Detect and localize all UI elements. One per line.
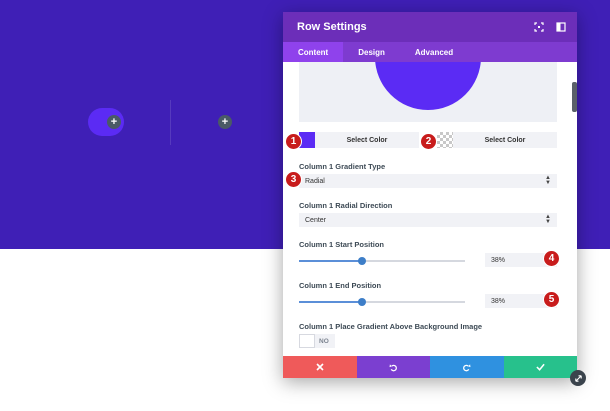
place-above-toggle[interactable]: NO [299, 334, 335, 348]
modal-header: Row Settings [283, 12, 577, 42]
add-module-button[interactable]: + [107, 115, 121, 129]
start-select-color-button[interactable]: Select Color [315, 132, 419, 148]
add-module-button-2[interactable]: + [218, 115, 232, 129]
gradient-start-picker[interactable]: Select Color [299, 132, 419, 148]
tab-content[interactable]: Content [283, 42, 344, 62]
close-icon [316, 363, 324, 371]
tab-advanced[interactable]: Advanced [400, 42, 468, 62]
end-position-label: Column 1 End Position [299, 281, 382, 290]
gradient-type-value: Radial [305, 177, 325, 185]
place-above-label: Column 1 Place Gradient Above Background… [299, 322, 483, 331]
step-badge-2: 2 [420, 133, 437, 150]
modal-footer [283, 356, 577, 378]
end-select-color-button[interactable]: Select Color [453, 132, 557, 148]
redo-icon [463, 363, 471, 371]
end-slider-fill [299, 301, 363, 303]
undo-button[interactable] [356, 356, 430, 378]
check-icon [536, 363, 545, 371]
radial-gradient-shape [375, 62, 481, 110]
sidebar-toggle-icon[interactable] [555, 21, 567, 33]
column-divider [170, 100, 171, 145]
redo-button[interactable] [430, 356, 504, 378]
toggle-knob[interactable] [299, 334, 315, 348]
modal-title: Row Settings [297, 21, 367, 33]
select-arrows-icon: ▲ ▼ [545, 175, 551, 186]
step-badge-5: 5 [543, 291, 560, 308]
gradient-type-label: Column 1 Gradient Type [299, 162, 386, 171]
gradient-preview [299, 62, 557, 122]
radial-direction-value: Center [305, 216, 327, 224]
radial-direction-label: Column 1 Radial Direction [299, 201, 393, 210]
end-color-swatch[interactable] [437, 132, 453, 148]
start-position-slider[interactable] [299, 257, 465, 265]
resize-icon[interactable] [570, 370, 586, 386]
radial-direction-select[interactable]: Center ▲ ▼ [299, 213, 557, 227]
start-slider-handle[interactable] [358, 257, 367, 265]
row-settings-modal: Row Settings Content Design Advanced Sel… [283, 12, 577, 378]
undo-icon [389, 363, 397, 371]
scrollbar[interactable] [572, 82, 577, 112]
toggle-state: NO [319, 337, 329, 345]
tab-design[interactable]: Design [343, 42, 400, 62]
start-slider-fill [299, 260, 363, 262]
gradient-type-select[interactable]: Radial ▲ ▼ [299, 174, 557, 188]
settings-tabs: Content Design Advanced [283, 42, 577, 62]
gradient-end-picker[interactable]: Select Color [437, 132, 557, 148]
select-arrows-icon: ▲ ▼ [545, 214, 551, 225]
save-button[interactable] [503, 356, 577, 378]
end-position-slider[interactable] [299, 298, 465, 306]
cancel-button[interactable] [283, 356, 357, 378]
start-position-label: Column 1 Start Position [299, 240, 385, 249]
fullscreen-icon[interactable] [533, 21, 545, 33]
step-badge-4: 4 [543, 250, 560, 267]
end-slider-handle[interactable] [358, 298, 367, 306]
settings-content: Select Color Select Color Column 1 Gradi… [283, 62, 577, 356]
step-badge-3: 3 [285, 171, 302, 188]
step-badge-1: 1 [285, 133, 302, 150]
